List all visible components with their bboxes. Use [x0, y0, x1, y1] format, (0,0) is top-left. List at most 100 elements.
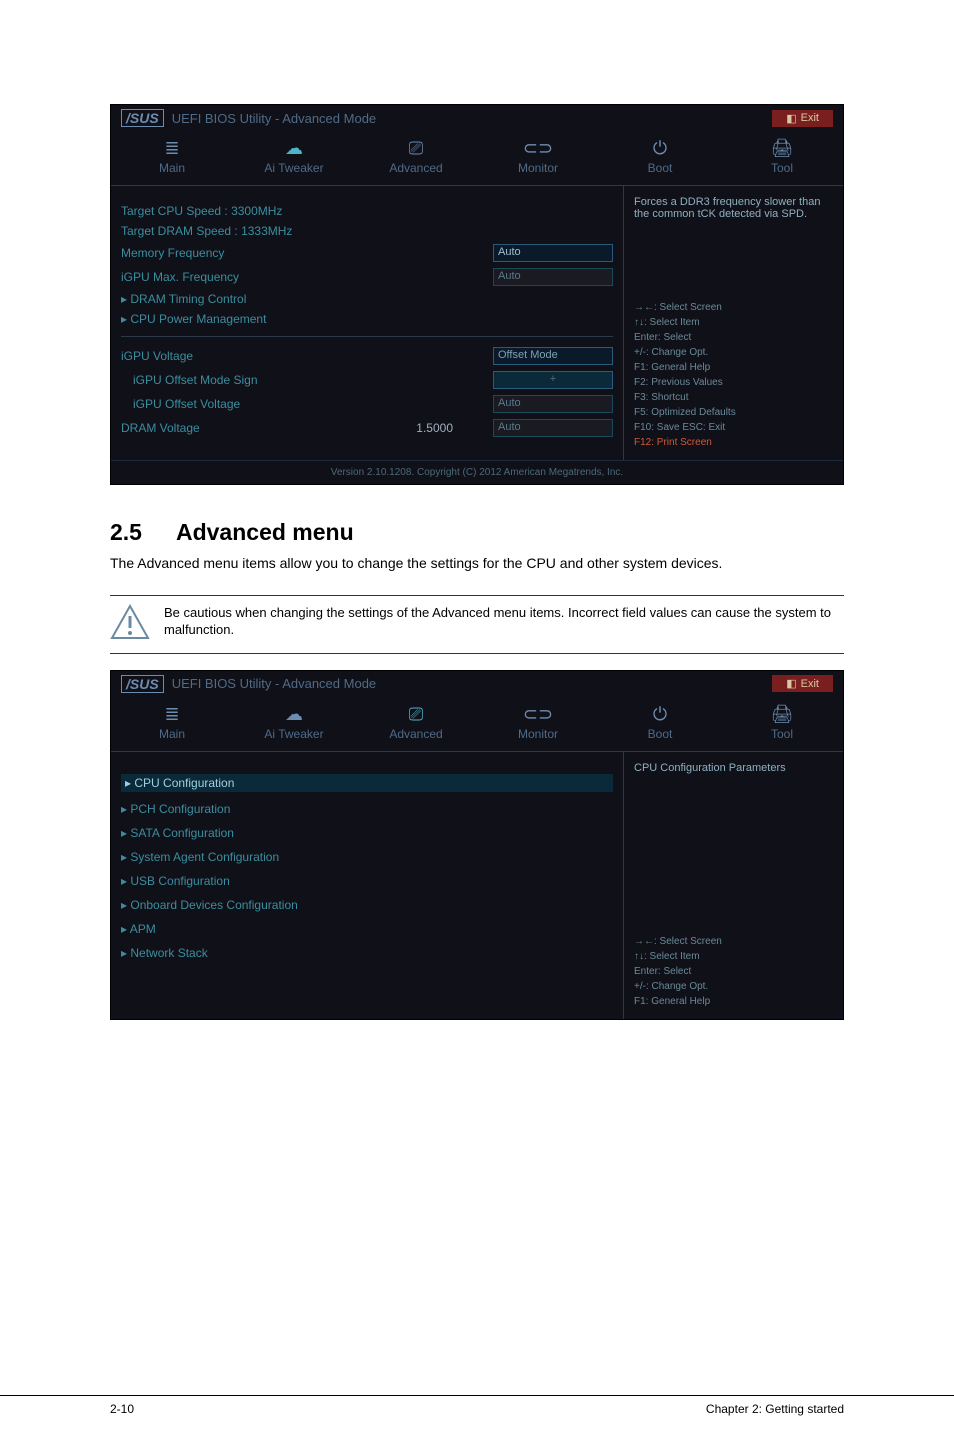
menu-onboard-devices-config[interactable]: ▸ Onboard Devices Configuration: [121, 898, 613, 912]
help-keys: →←: Select Screen ↑↓: Select Item Enter:…: [634, 300, 833, 450]
menu-label: SATA Configuration: [130, 826, 234, 840]
tab-advanced[interactable]: ⎚ Advanced: [355, 697, 477, 751]
power-icon: ⏻: [599, 137, 721, 159]
row-value-box[interactable]: Offset Mode: [493, 347, 613, 365]
bios-header: /SUS UEFI BIOS Utility - Advanced Mode ◧…: [111, 105, 843, 131]
help-line: +/-: Change Opt.: [634, 979, 833, 994]
caution-note: Be cautious when changing the settings o…: [110, 595, 844, 654]
row-value-box[interactable]: Auto: [493, 395, 613, 413]
menu-usb-config[interactable]: ▸ USB Configuration: [121, 874, 613, 888]
help-line: F5: Optimized Defaults: [634, 405, 833, 420]
menu-pch-config[interactable]: ▸ PCH Configuration: [121, 802, 613, 816]
help-line: +/-: Change Opt.: [634, 345, 833, 360]
tab-main[interactable]: ≣ Main: [111, 697, 233, 751]
tab-tool[interactable]: 🖨 Tool: [721, 131, 843, 185]
row-label: iGPU Voltage: [121, 349, 193, 363]
tab-label: Advanced: [355, 161, 477, 175]
chapter-label: Chapter 2: Getting started: [706, 1402, 844, 1416]
bios-tabs: ≣ Main ☁ Ai Tweaker ⎚ Advanced ⊂⊃ Monito…: [111, 697, 843, 751]
tab-tool[interactable]: 🖨 Tool: [721, 697, 843, 751]
menu-label: PCH Configuration: [130, 802, 230, 816]
help-line: Enter: Select: [634, 330, 833, 345]
help-line: →←: Select Screen: [634, 300, 833, 315]
tab-label: Ai Tweaker: [233, 727, 355, 741]
bios-content: Target CPU Speed : 3300MHz Target DRAM S…: [111, 185, 623, 460]
exit-button[interactable]: ◧ Exit: [772, 675, 833, 692]
help-line: →←: Select Screen: [634, 934, 833, 949]
tab-boot[interactable]: ⏻ Boot: [599, 697, 721, 751]
tab-label: Tool: [721, 727, 843, 741]
row-label: iGPU Max. Frequency: [121, 270, 239, 284]
asus-logo: /SUS: [121, 109, 164, 127]
bios-content: ▸ CPU Configuration ▸ PCH Configuration …: [111, 751, 623, 1019]
row-dram-timing[interactable]: ▸ DRAM Timing Control: [121, 292, 613, 306]
menu-network-stack[interactable]: ▸ Network Stack: [121, 946, 613, 960]
row-label: Target CPU Speed :: [121, 204, 228, 218]
help-info: CPU Configuration Parameters: [634, 762, 833, 774]
menu-label: CPU Configuration: [134, 776, 234, 790]
bios-footer: Version 2.10.1208. Copyright (C) 2012 Am…: [111, 460, 843, 484]
row-value-box[interactable]: Auto: [493, 419, 613, 437]
tab-monitor[interactable]: ⊂⊃ Monitor: [477, 131, 599, 185]
section-number: 2.5: [110, 519, 142, 546]
exit-button[interactable]: ◧ Exit: [772, 110, 833, 127]
help-line: ↑↓: Select Item: [634, 315, 833, 330]
help-line: F3: Shortcut: [634, 390, 833, 405]
row-value-box[interactable]: Auto: [493, 244, 613, 262]
section-intro: The Advanced menu items allow you to cha…: [110, 554, 844, 573]
exit-label: Exit: [801, 678, 819, 690]
help-line: F12: Print Screen: [634, 435, 833, 450]
row-label: DRAM Timing Control: [130, 292, 246, 306]
tab-main[interactable]: ≣ Main: [111, 131, 233, 185]
bios-window-ai-tweaker: /SUS UEFI BIOS Utility - Advanced Mode ◧…: [110, 104, 844, 485]
row-target-dram: Target DRAM Speed : 1333MHz: [121, 224, 613, 238]
exit-icon: ◧: [786, 112, 796, 125]
bios-title: UEFI BIOS Utility - Advanced Mode: [172, 111, 376, 126]
row-cpu-power[interactable]: ▸ CPU Power Management: [121, 312, 613, 326]
row-label: CPU Power Management: [130, 312, 266, 326]
help-line: ↑↓: Select Item: [634, 949, 833, 964]
menu-label: Network Stack: [130, 946, 207, 960]
row-memory-freq[interactable]: Memory Frequency Auto: [121, 244, 613, 262]
page-number: 2-10: [110, 1402, 134, 1416]
bios-tabs: ≣ Main ☁ Ai Tweaker ⎚ Advanced ⊂⊃ Monito…: [111, 131, 843, 185]
menu-cpu-config[interactable]: ▸ CPU Configuration: [121, 774, 613, 792]
row-value: 1333MHz: [241, 224, 292, 238]
row-igpu-max[interactable]: iGPU Max. Frequency Auto: [121, 268, 613, 286]
menu-label: APM: [130, 922, 156, 936]
tab-label: Tool: [721, 161, 843, 175]
tab-ai-tweaker[interactable]: ☁ Ai Tweaker: [233, 697, 355, 751]
tab-monitor[interactable]: ⊂⊃ Monitor: [477, 697, 599, 751]
tab-advanced[interactable]: ⎚ Advanced: [355, 131, 477, 185]
tab-label: Ai Tweaker: [233, 161, 355, 175]
cloud-icon: ☁: [233, 137, 355, 159]
row-dram-voltage[interactable]: DRAM Voltage 1.5000 Auto: [121, 419, 613, 437]
row-igpu-offset-voltage[interactable]: iGPU Offset Voltage Auto: [121, 395, 613, 413]
help-line: F2: Previous Values: [634, 375, 833, 390]
monitor-icon: ⊂⊃: [477, 703, 599, 725]
row-label: iGPU Offset Mode Sign: [121, 373, 258, 387]
row-igpu-offset-sign[interactable]: iGPU Offset Mode Sign +: [121, 371, 613, 389]
chip-icon: ⎚: [355, 137, 477, 159]
menu-label: Onboard Devices Configuration: [130, 898, 297, 912]
caution-icon: [110, 604, 150, 645]
divider: [121, 336, 613, 337]
tab-boot[interactable]: ⏻ Boot: [599, 131, 721, 185]
tab-ai-tweaker[interactable]: ☁ Ai Tweaker: [233, 131, 355, 185]
tool-icon: 🖨: [721, 137, 843, 159]
row-target-cpu: Target CPU Speed : 3300MHz: [121, 204, 613, 218]
page-footer: 2-10 Chapter 2: Getting started: [0, 1395, 954, 1416]
menu-apm[interactable]: ▸ APM: [121, 922, 613, 936]
row-value-box[interactable]: +: [493, 371, 613, 389]
menu-sata-config[interactable]: ▸ SATA Configuration: [121, 826, 613, 840]
row-label: Memory Frequency: [121, 246, 224, 260]
row-label: iGPU Offset Voltage: [121, 397, 240, 411]
menu-system-agent-config[interactable]: ▸ System Agent Configuration: [121, 850, 613, 864]
help-keys: →←: Select Screen ↑↓: Select Item Enter:…: [634, 934, 833, 1009]
bios-window-advanced: /SUS UEFI BIOS Utility - Advanced Mode ◧…: [110, 670, 844, 1020]
row-value-box[interactable]: Auto: [493, 268, 613, 286]
row-igpu-voltage[interactable]: iGPU Voltage Offset Mode: [121, 347, 613, 365]
bios-header: /SUS UEFI BIOS Utility - Advanced Mode ◧…: [111, 671, 843, 697]
tab-label: Boot: [599, 727, 721, 741]
help-info: Forces a DDR3 frequency slower than the …: [634, 196, 833, 220]
